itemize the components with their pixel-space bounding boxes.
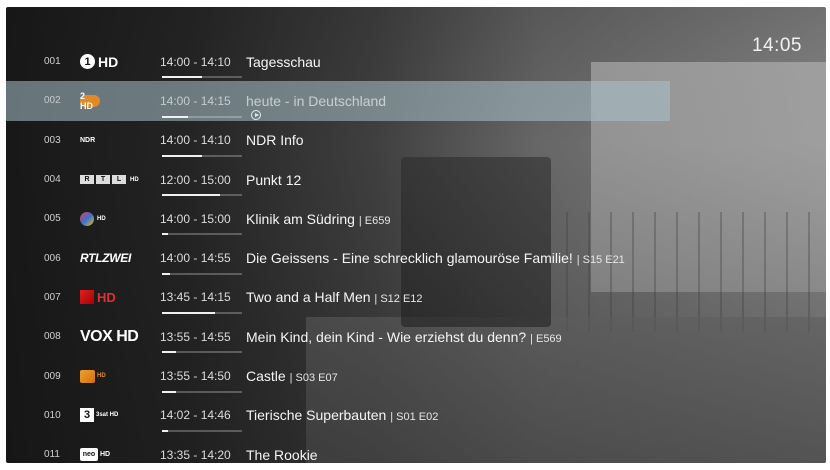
program-title: Castle | S03 E07: [246, 368, 338, 385]
time-range: 14:00 - 15:00: [160, 211, 231, 226]
program-title: NDR Info: [246, 132, 304, 149]
channel-row-009[interactable]: 009 HD 13:55 - 14:50 Castle | S03 E07: [6, 356, 826, 395]
time-range: 14:00 - 14:55: [160, 251, 231, 266]
program-title: Punkt 12: [246, 171, 302, 188]
time-range: 14:00 - 14:15: [160, 93, 231, 108]
channel-row-002[interactable]: 002 2 HD 14:00 - 14:15 heute - in Deutsc…: [6, 81, 670, 121]
progress-bar: [162, 312, 242, 315]
time-range: 13:55 - 14:55: [160, 329, 231, 344]
time-range: 14:00 - 14:10: [160, 133, 231, 148]
program-title: Tierische Superbauten | S01 E02: [246, 407, 439, 424]
channel-number: 009: [44, 370, 61, 382]
channel-row-003[interactable]: 003 NDR 14:00 - 14:10 NDR Info: [6, 121, 826, 160]
channel-row-006[interactable]: 006 RTLZWEI 14:00 - 14:55 Die Geissens -…: [6, 238, 826, 277]
channel-number: 007: [44, 291, 61, 303]
ard-logo: 1 HD: [80, 52, 160, 72]
progress-bar: [162, 233, 242, 236]
progress-bar: [162, 272, 242, 275]
channel-list: 001 1 HD 14:00 - 14:10 Tagesschau 002 2 H…: [6, 42, 826, 463]
kabel1-logo: HD: [80, 366, 160, 386]
zdfneo-logo: neo HD: [80, 445, 160, 463]
progress-bar: [162, 429, 242, 432]
channel-number: 005: [44, 213, 61, 225]
time-range: 12:00 - 15:00: [160, 172, 231, 187]
channel-number: 001: [44, 56, 61, 68]
program-title: The Rookie: [246, 446, 318, 463]
channel-row-008[interactable]: 008 VOX HD 13:55 - 14:55 Mein Kind, dein…: [6, 317, 826, 356]
rtl-logo: R T L HD: [80, 170, 160, 190]
channel-number: 003: [44, 134, 61, 146]
channel-row-001[interactable]: 001 1 HD 14:00 - 14:10 Tagesschau: [6, 42, 826, 81]
program-title: Klinik am Südring | E659: [246, 210, 391, 227]
sat1-logo: HD: [80, 209, 160, 229]
time-range: 14:00 - 14:10: [160, 54, 231, 69]
time-range: 14:02 - 14:46: [160, 408, 231, 423]
program-title: Two and a Half Men | S12 E12: [246, 289, 423, 306]
time-range: 13:35 - 14:20: [160, 447, 231, 462]
vox-logo: VOX HD: [80, 327, 139, 345]
rtlzwei-logo: RTLZWEI: [80, 251, 132, 266]
progress-bar: [162, 154, 242, 157]
zdf-logo: 2 HD: [80, 91, 160, 111]
channel-number: 010: [44, 409, 61, 421]
channel-number: 002: [44, 95, 61, 107]
progress-bar: [162, 115, 242, 118]
channel-number: 008: [44, 331, 61, 343]
channel-number: 006: [44, 252, 61, 264]
channel-row-010[interactable]: 010 3 3sat HD 14:02 - 14:46 Tierische Sup…: [6, 396, 826, 435]
time-range: 13:45 - 14:15: [160, 290, 231, 305]
channel-row-004[interactable]: 004 R T L HD 12:00 - 15:00 Punkt 12: [6, 160, 826, 199]
program-title: Mein Kind, dein Kind - Wie erziehst du d…: [246, 328, 562, 345]
channel-row-005[interactable]: 005 HD 14:00 - 15:00 Klinik am Südring |…: [6, 199, 826, 238]
prosieben-logo: HD: [80, 287, 160, 307]
channel-row-007[interactable]: 007 HD 13:45 - 14:15 Two and a Half Men …: [6, 278, 826, 317]
program-title: Tagesschau: [246, 53, 321, 70]
play-icon[interactable]: [251, 109, 261, 120]
channel-number: 004: [44, 174, 61, 186]
ndr-logo: NDR: [80, 136, 96, 144]
channel-row-011[interactable]: 011 neo HD 13:35 - 14:20 The Rookie: [6, 435, 826, 463]
progress-bar: [162, 390, 242, 393]
program-title: heute - in Deutschland: [246, 92, 387, 109]
3sat-logo: 3 3sat HD: [80, 405, 160, 425]
channel-number: 011: [44, 449, 60, 461]
program-title: Die Geissens - Eine schrecklich glamourö…: [246, 250, 625, 267]
progress-bar: [162, 76, 242, 79]
time-range: 13:55 - 14:50: [160, 369, 231, 384]
tv-screen: 14:05 001 1 HD 14:00 - 14:10 Tagesschau 0…: [6, 7, 826, 463]
progress-bar: [162, 194, 242, 197]
progress-bar: [162, 351, 242, 354]
